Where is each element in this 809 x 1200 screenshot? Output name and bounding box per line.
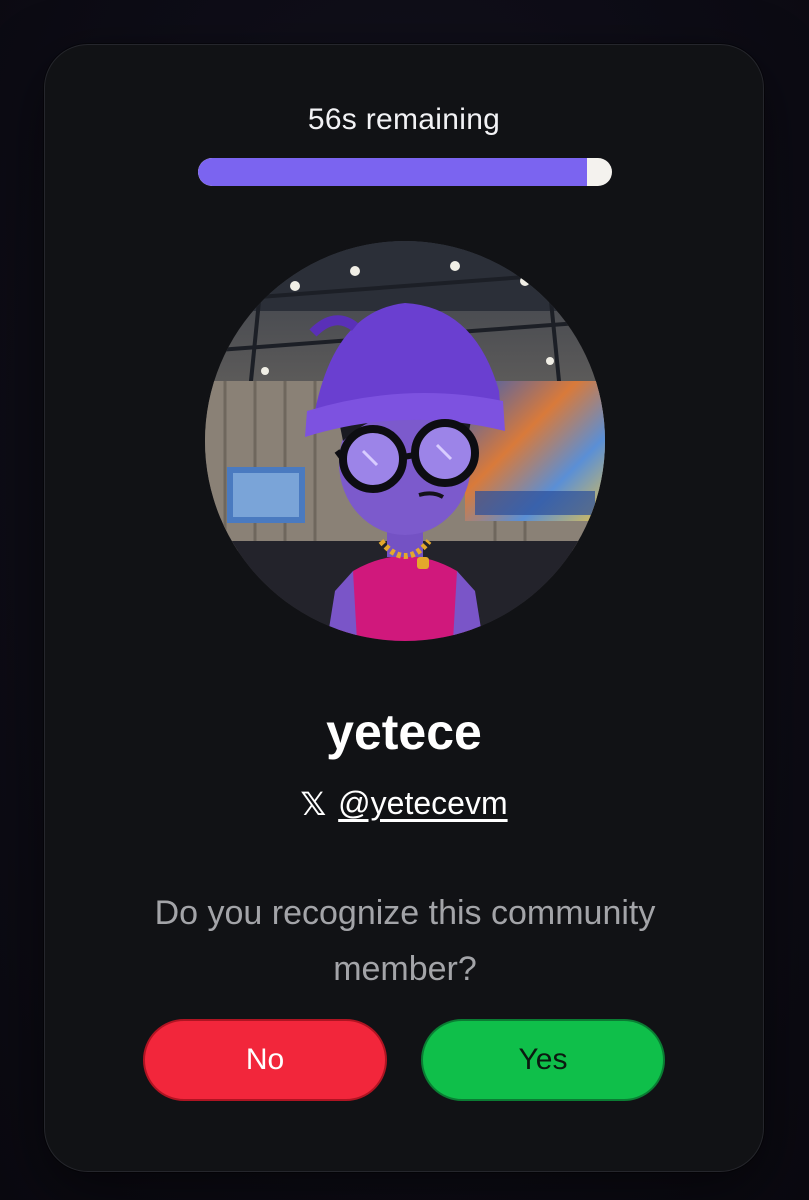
- social-handle-row: 𝕏 @yetecevm: [45, 785, 763, 822]
- countdown-progress-bar: [198, 158, 612, 186]
- recognition-question: Do you recognize this community member?: [154, 894, 656, 988]
- x-logo-icon: 𝕏: [300, 785, 327, 822]
- yes-button[interactable]: Yes: [421, 1019, 665, 1101]
- avatar-illustration: [205, 241, 605, 641]
- profile-avatar: [205, 241, 605, 641]
- countdown-progress-fill: [198, 158, 588, 186]
- no-button[interactable]: No: [143, 1019, 387, 1101]
- time-remaining-label: 56s remaining: [307, 103, 501, 136]
- profile-username: yetece: [326, 704, 482, 760]
- x-handle-link[interactable]: @yetecevm: [338, 785, 507, 822]
- recognition-card: 56s remaining yetece 𝕏 @yetecevm Do you …: [44, 44, 764, 1172]
